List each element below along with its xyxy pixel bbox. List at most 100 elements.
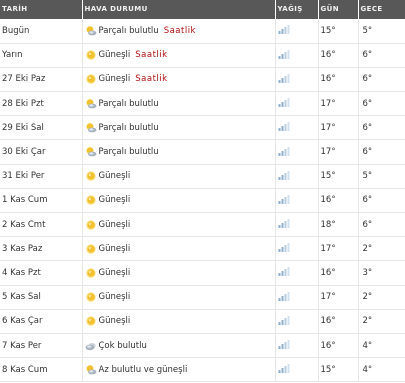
rain-signal-icon [278, 97, 290, 108]
sunny-icon [85, 243, 97, 255]
row-night-temp: 6° [358, 67, 405, 93]
header-day: GÜN [318, 0, 359, 19]
condition-group: Güneşli [85, 315, 275, 327]
row-day-temp: 15° [318, 164, 359, 189]
table-row: 29 Eki Sal Parçalı bulutlu 17° 6° [0, 115, 405, 141]
row-condition-cell: Güneşli [82, 164, 276, 189]
condition-group: Parçalı bulutlu [85, 98, 275, 110]
row-date: 8 Kas Cum [0, 357, 83, 383]
row-rain-cell [275, 309, 319, 334]
row-night-temp: 6° [358, 43, 405, 68]
forecast-table: TARİH HAVA DURUMU YAĞIŞ GÜN GECE Bugün Pa… [0, 0, 405, 383]
row-day-temp: 17° [318, 139, 359, 165]
row-condition: Güneşli [98, 50, 131, 61]
row-condition-cell: Güneşli [82, 260, 276, 286]
header-condition: HAVA DURUMU [82, 0, 276, 19]
row-date: Bugün [0, 19, 83, 44]
rain-signal-icon [278, 315, 290, 325]
row-date: Yarın [0, 43, 83, 68]
row-rain-cell [275, 260, 319, 286]
table-row: 27 Eki Paz Güneşli Saatlik 16° 6° [0, 67, 405, 93]
row-condition-cell: Güneşli [82, 188, 276, 214]
table-row: 6 Kas Çar Güneşli 16° 2° [0, 309, 405, 334]
rain-signal-icon [278, 194, 290, 204]
row-day-temp: 16° [318, 188, 359, 214]
row-condition-cell: Parçalı bulutlu [82, 115, 276, 141]
row-day-temp: 16° [318, 260, 359, 286]
row-day-temp: 16° [318, 67, 359, 93]
sunny-icon [85, 267, 97, 279]
row-rain-cell [275, 236, 319, 262]
row-night-temp: 4° [358, 357, 405, 383]
hourly-link[interactable]: Saatlik [135, 74, 167, 84]
row-day-temp: 17° [318, 91, 359, 117]
sunny-icon [85, 219, 97, 231]
row-night-temp: 6° [358, 188, 405, 214]
row-condition-cell: Güneşli [82, 236, 276, 262]
table-row: Yarın Güneşli Saatlik 16° 6° [0, 43, 405, 68]
row-condition: Güneşli [98, 243, 131, 254]
row-night-temp: 6° [358, 212, 405, 238]
row-day-temp: 15° [318, 19, 359, 44]
row-condition-cell: Güneşli [82, 212, 276, 238]
partly-cloudy-icon [85, 364, 97, 376]
row-day-temp: 17° [318, 285, 359, 310]
sunny-icon [85, 73, 97, 85]
row-condition: Parçalı bulutlu [98, 122, 159, 133]
row-night-temp: 2° [358, 285, 405, 310]
forecast-widget: TARİH HAVA DURUMU YAĞIŞ GÜN GECE Bugün Pa… [0, 0, 405, 383]
row-condition-cell: Az bulutlu ve güneşli [82, 357, 276, 383]
table-row: 31 Eki Per Güneşli 15° 5° [0, 164, 405, 189]
sunny-icon [85, 291, 97, 303]
table-row: Bugün Parçalı bulutlu Saatlik 15° 5° [0, 19, 405, 44]
row-condition-cell: Çok bulutlu [82, 333, 276, 359]
partly-cloudy-icon [85, 146, 97, 158]
row-condition-cell: Güneşli [82, 285, 276, 310]
row-condition: Parçalı bulutlu [98, 25, 159, 36]
row-rain-cell [275, 333, 319, 359]
row-rain-cell [275, 19, 319, 44]
row-rain-cell [275, 91, 319, 117]
cloudy-icon [85, 340, 97, 352]
rain-signal-icon [278, 49, 290, 59]
rain-signal-icon [278, 218, 290, 229]
table-row: 30 Eki Çar Parçalı bulutlu 17° 6° [0, 139, 405, 165]
row-condition: Az bulutlu ve güneşli [98, 364, 188, 375]
row-rain-cell [275, 43, 319, 68]
row-date: 31 Eki Per [0, 164, 83, 189]
row-night-temp: 6° [358, 115, 405, 141]
header-night: GECE [358, 0, 405, 19]
partly-cloudy-icon [85, 98, 97, 110]
header-rain: YAĞIŞ [275, 0, 319, 19]
hourly-link[interactable]: Saatlik [135, 50, 167, 60]
rain-signal-icon [278, 170, 290, 180]
sunny-icon [85, 49, 97, 61]
row-condition-cell: Güneşli [82, 309, 276, 334]
row-day-temp: 16° [318, 333, 359, 359]
row-rain-cell [275, 357, 319, 383]
row-rain-cell [275, 285, 319, 310]
row-condition: Güneşli [98, 171, 131, 182]
rain-signal-icon [278, 266, 290, 277]
condition-group: Güneşli [85, 243, 275, 255]
rain-signal-icon [278, 73, 290, 83]
header-date: TARİH [0, 0, 83, 19]
rain-signal-icon [278, 339, 290, 350]
row-night-temp: 6° [358, 139, 405, 165]
row-day-temp: 17° [318, 115, 359, 141]
row-day-temp: 15° [318, 357, 359, 383]
table-header: TARİH HAVA DURUMU YAĞIŞ GÜN GECE [0, 0, 405, 19]
row-night-temp: 6° [358, 91, 405, 117]
hourly-link[interactable]: Saatlik [164, 26, 196, 36]
rain-signal-icon [278, 363, 290, 374]
table-row: 5 Kas Sal Güneşli 17° 2° [0, 285, 405, 310]
row-condition: Güneşli [98, 74, 131, 85]
row-night-temp: 3° [358, 260, 405, 286]
forecast-rows: Bugün Parçalı bulutlu Saatlik 15° 5° Yarın Gün… [0, 19, 405, 383]
row-condition: Parçalı bulutlu [98, 98, 159, 109]
table-row: 4 Kas Pzt Güneşli 16° 3° [0, 260, 405, 286]
row-condition-cell: Güneşli Saatlik [82, 43, 276, 68]
rain-signal-icon [278, 146, 290, 156]
row-night-temp: 5° [358, 164, 405, 189]
condition-group: Güneşli [85, 170, 275, 182]
